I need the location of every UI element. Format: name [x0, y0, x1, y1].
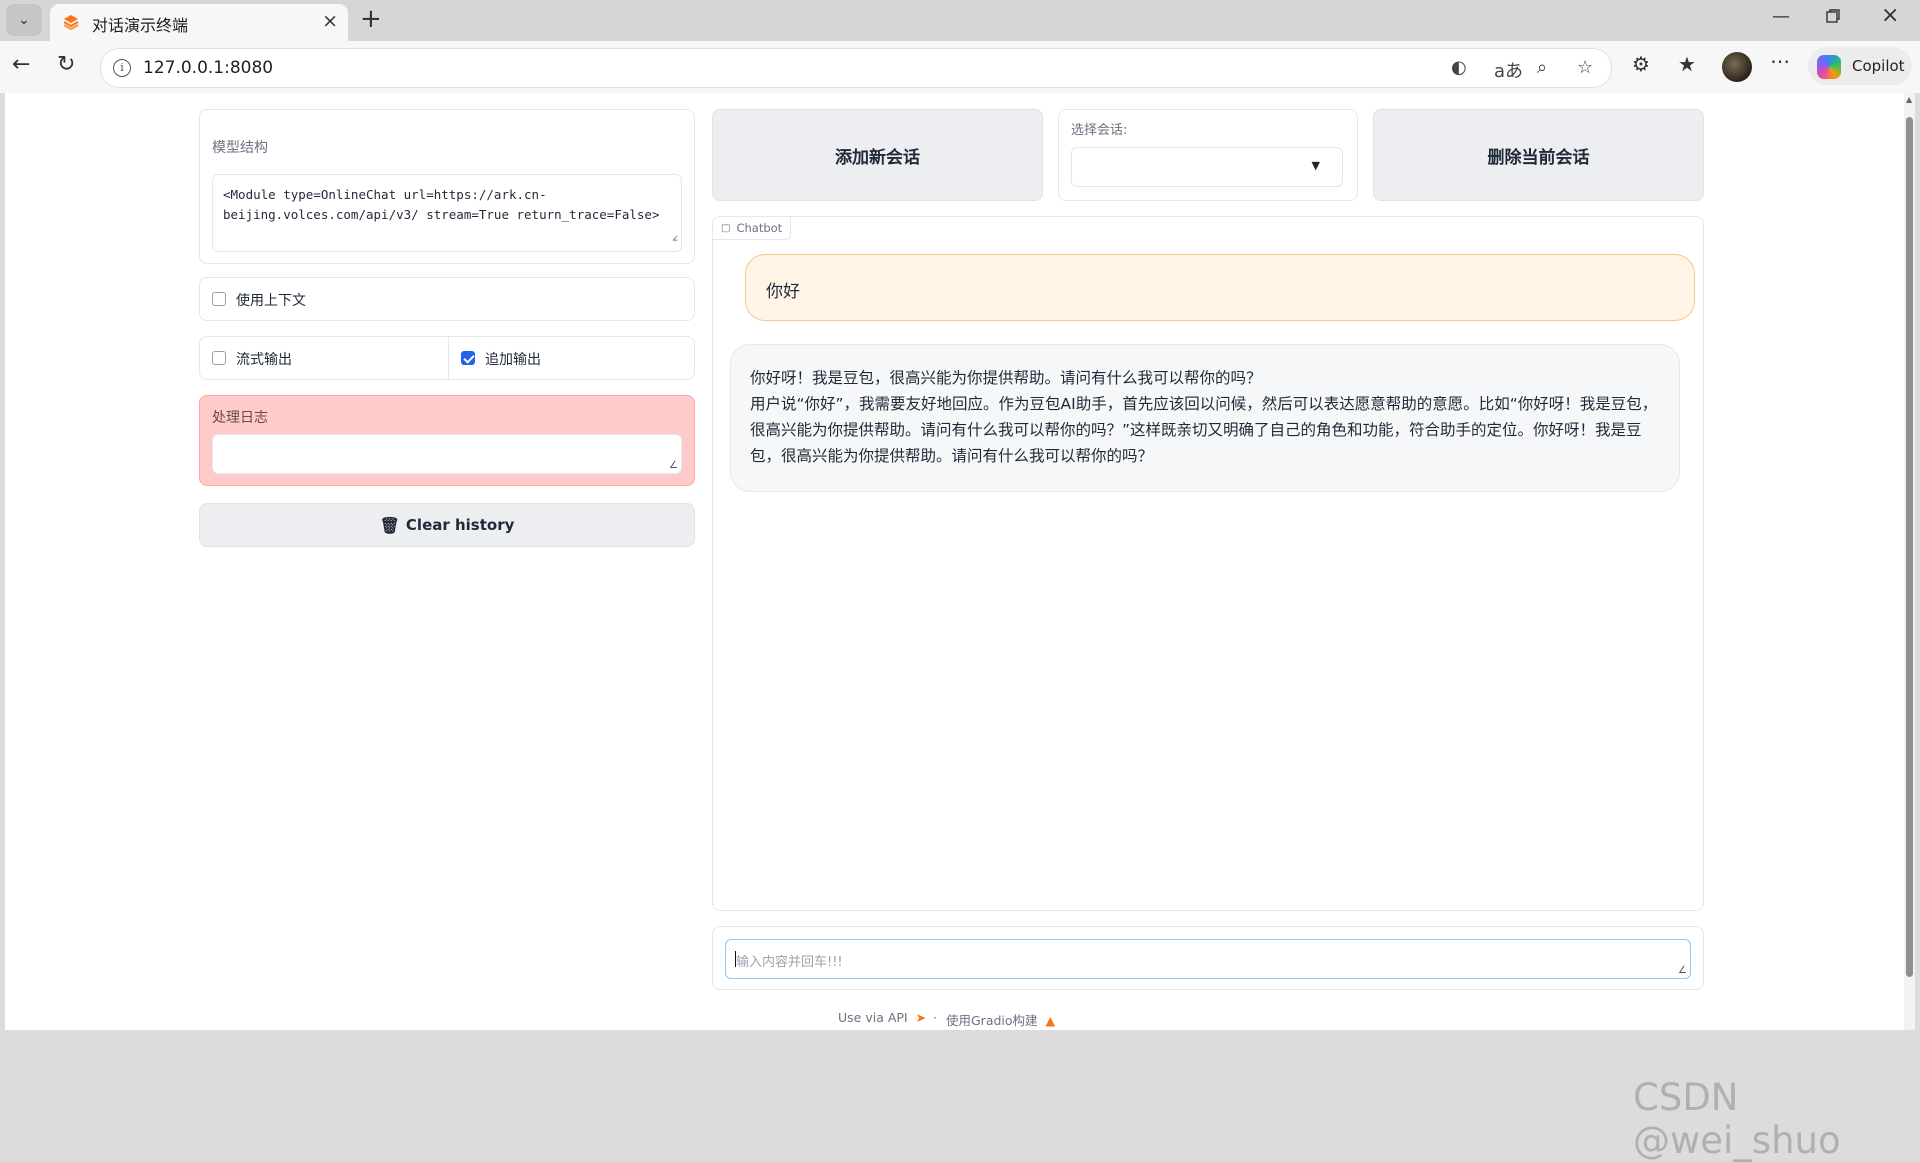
favorites-icon[interactable]: ★	[1678, 52, 1696, 76]
built-with-gradio-link[interactable]: 使用Gradio构建 ▲	[946, 1010, 1055, 1029]
browser-tab[interactable]: 对话演示终端 ×	[50, 4, 348, 41]
gradio-logo-icon: ▲	[1045, 1013, 1056, 1028]
select-session-dropdown[interactable]: ▼	[1071, 147, 1343, 187]
footer-separator: ·	[933, 1010, 937, 1025]
resize-handle-icon[interactable]: ∠	[669, 460, 678, 471]
model-structure-panel: 模型结构 <Module type=OnlineChat url=https:/…	[199, 109, 695, 264]
append-output-label[interactable]: 追加输出	[485, 349, 541, 369]
dropdown-arrow-icon: ▼	[1311, 159, 1320, 172]
address-bar[interactable]: i 127.0.0.1:8080 ◐ aあ ⌕ ☆	[100, 48, 1612, 88]
use-context-panel: 使用上下文	[199, 277, 695, 321]
clear-history-label: Clear history	[405, 516, 515, 534]
use-via-api-link[interactable]: Use via API ➤	[838, 1010, 926, 1025]
profile-avatar[interactable]	[1722, 52, 1752, 82]
chevron-down-icon: ⌄	[18, 12, 30, 28]
chat-bubble-icon: □	[721, 222, 731, 234]
process-log-textarea[interactable]: ∠	[212, 434, 682, 474]
gradio-favicon-icon	[63, 15, 79, 31]
chat-input-placeholder: 输入内容并回车!!!	[736, 955, 843, 970]
chatbot-tag: □ Chatbot	[713, 217, 792, 240]
reload-icon[interactable]: ↻	[57, 52, 75, 78]
divider	[448, 337, 449, 379]
resize-handle-icon[interactable]: ∠	[1678, 965, 1687, 976]
append-output-checkbox[interactable]	[461, 351, 475, 365]
chat-input-panel: 输入内容并回车!!! ∠	[712, 926, 1704, 990]
user-message-text: 你好	[766, 282, 800, 302]
use-context-label[interactable]: 使用上下文	[236, 290, 306, 310]
browser-tab-bar: ⌄ 对话演示终端 × + — ×	[0, 0, 1920, 41]
model-structure-text: <Module type=OnlineChat url=https://ark.…	[223, 187, 660, 222]
select-session-panel: 选择会话: ▼	[1058, 109, 1358, 201]
restore-icon[interactable]	[1825, 8, 1841, 29]
stream-output-checkbox[interactable]	[212, 351, 226, 365]
page-content: 模型结构 <Module type=OnlineChat url=https:/…	[5, 93, 1915, 1162]
stream-output-label[interactable]: 流式输出	[236, 349, 292, 369]
new-tab-icon[interactable]: +	[360, 4, 382, 34]
page-scrollbar[interactable]: ▲	[1904, 93, 1915, 1030]
browser-toolbar: ← ↻ i 127.0.0.1:8080 ◐ aあ ⌕ ☆ ⚙ ★ ⋯ Copi…	[0, 41, 1920, 93]
scrollbar-thumb[interactable]	[1906, 117, 1913, 977]
more-menu-icon[interactable]: ⋯	[1770, 49, 1790, 73]
output-options-panel: 流式输出 追加输出	[199, 336, 695, 380]
tab-title: 对话演示终端	[92, 16, 189, 35]
favorite-star-icon[interactable]: ☆	[1577, 57, 1593, 78]
use-context-checkbox[interactable]	[212, 292, 226, 306]
translate-page-icon[interactable]: ◐	[1451, 57, 1467, 78]
user-message: 你好	[745, 254, 1695, 321]
clear-history-button[interactable]: 🗑 Clear history	[199, 503, 695, 547]
built-with-label: 使用Gradio构建	[946, 1013, 1038, 1028]
scroll-up-arrow-icon[interactable]: ▲	[1906, 95, 1912, 104]
csdn-watermark: CSDN @wei_shuo	[1633, 1076, 1841, 1162]
trash-icon: 🗑	[379, 515, 400, 535]
add-session-label: 添加新会话	[835, 147, 920, 168]
use-via-api-label: Use via API	[838, 1010, 908, 1025]
delete-session-label: 删除当前会话	[1487, 147, 1590, 168]
assistant-message-line: 用户说“你好”，我需要友好地回应。作为豆包AI助手，首先应该回以问候，然后可以表…	[750, 395, 1658, 465]
extensions-icon[interactable]: ⚙	[1632, 52, 1650, 76]
select-session-label: 选择会话:	[1071, 123, 1128, 138]
process-log-label: 处理日志	[212, 410, 268, 426]
url-text[interactable]: 127.0.0.1:8080	[143, 58, 273, 78]
resize-handle-icon[interactable]: ∠	[672, 230, 678, 250]
model-structure-textarea[interactable]: <Module type=OnlineChat url=https://ark.…	[212, 174, 682, 252]
rocket-icon: ➤	[915, 1010, 927, 1025]
chatbot-label: Chatbot	[736, 221, 783, 235]
delete-session-button[interactable]: 删除当前会话	[1373, 109, 1704, 201]
add-session-button[interactable]: 添加新会话	[712, 109, 1043, 201]
copilot-label: Copilot	[1852, 57, 1905, 75]
copilot-icon	[1817, 55, 1841, 79]
site-info-icon[interactable]: i	[113, 59, 131, 77]
copilot-button[interactable]: Copilot	[1808, 47, 1912, 85]
assistant-message-line: 你好呀！我是豆包，很高兴能为你提供帮助。请问有什么我可以帮你的吗？	[750, 369, 1262, 387]
model-structure-label: 模型结构	[212, 140, 268, 156]
back-icon[interactable]: ←	[12, 52, 30, 78]
read-aloud-icon[interactable]: aあ	[1494, 57, 1523, 83]
tab-list-button[interactable]: ⌄	[6, 4, 42, 36]
minimize-icon[interactable]: —	[1772, 6, 1790, 27]
close-window-icon[interactable]: ×	[1881, 3, 1899, 28]
zoom-icon[interactable]: ⌕	[1537, 57, 1547, 78]
assistant-message: 你好呀！我是豆包，很高兴能为你提供帮助。请问有什么我可以帮你的吗？ 用户说“你好…	[730, 344, 1680, 492]
close-tab-icon[interactable]: ×	[322, 10, 338, 32]
chat-input-field[interactable]: 输入内容并回车!!! ∠	[725, 939, 1691, 979]
process-log-panel: 处理日志 ∠	[199, 395, 695, 486]
